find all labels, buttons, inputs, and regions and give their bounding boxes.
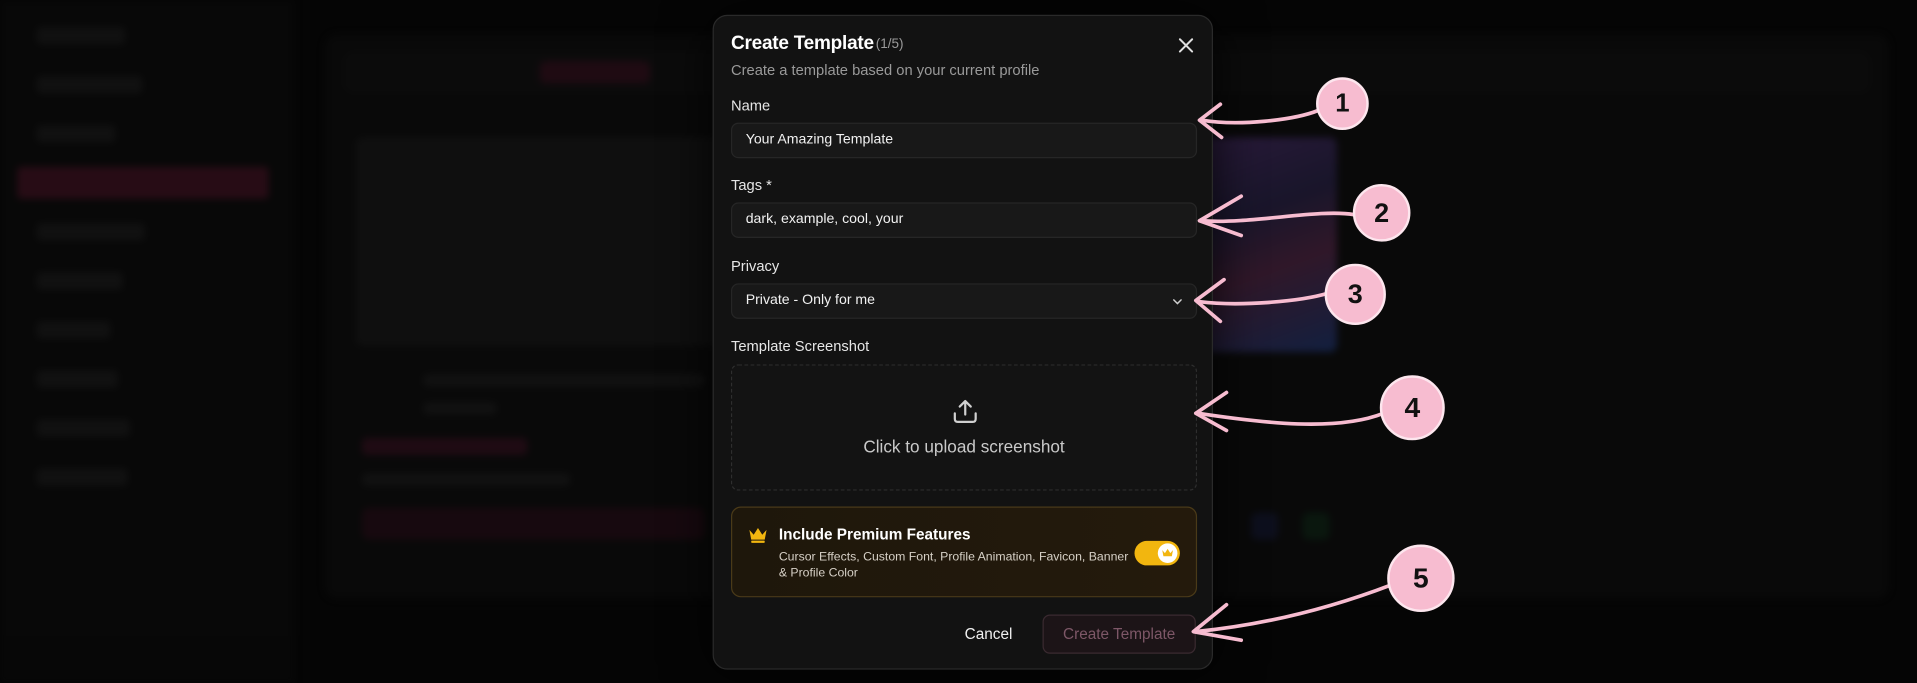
annotation-badge-4: 4 — [1379, 375, 1445, 441]
cancel-button[interactable]: Cancel — [954, 614, 1023, 653]
tags-label: Tags * — [730, 176, 772, 194]
premium-title: Include Premium Features — [778, 526, 971, 544]
annotation-badge-3: 3 — [1324, 263, 1386, 326]
screenshot-upload-area[interactable]: Click to upload screenshot — [730, 364, 1198, 491]
bg-nav-item — [36, 370, 118, 388]
bg-dot — [1302, 512, 1330, 540]
create-template-dialog: Create Template (1/5) Create a template … — [712, 14, 1213, 670]
premium-toggle[interactable] — [1134, 540, 1180, 566]
screenshot-label: Template Screenshot — [730, 337, 870, 355]
privacy-label: Privacy — [730, 257, 780, 275]
bg-nav-item — [36, 76, 143, 94]
bg-text-line — [423, 374, 706, 387]
create-template-button[interactable]: Create Template — [1042, 614, 1196, 654]
chevron-down-icon — [1173, 299, 1182, 305]
step-indicator: (1/5) — [875, 36, 904, 52]
background-card-preview — [1201, 137, 1337, 353]
bg-tag-row — [361, 437, 528, 456]
background-card — [355, 137, 724, 346]
bg-nav-item — [36, 272, 123, 290]
bg-nav-item — [36, 26, 126, 45]
dialog-subtitle: Create a template based on your current … — [730, 61, 1040, 79]
screen: Create Template (1/5) Create a template … — [0, 0, 1917, 683]
bg-nav-item-active — [17, 166, 269, 199]
annotation-badge-2: 2 — [1352, 183, 1411, 242]
bg-nav-item — [36, 468, 128, 486]
annotation-badge-1: 1 — [1316, 77, 1369, 131]
tags-input[interactable]: dark, example, cool, your — [730, 202, 1198, 238]
bg-text-line — [423, 402, 497, 415]
dialog-title: Create Template — [730, 33, 874, 54]
bg-nav-item — [36, 223, 145, 241]
bg-text-line — [361, 473, 571, 486]
name-input[interactable]: Your Amazing Template — [730, 122, 1198, 159]
upload-text: Click to upload screenshot — [863, 436, 1065, 457]
toggle-knob — [1157, 543, 1178, 563]
annotation-badge-5: 5 — [1387, 544, 1455, 613]
bg-nav-item — [36, 419, 131, 437]
background-tab-active — [539, 61, 651, 84]
close-icon[interactable] — [1174, 33, 1199, 58]
crown-icon — [749, 528, 767, 543]
crown-icon — [1162, 548, 1173, 557]
privacy-value: Private - Only for me — [745, 293, 876, 308]
bg-button — [361, 507, 706, 540]
premium-description: Cursor Effects, Custom Font, Profile Ani… — [778, 550, 1129, 581]
bg-dot — [1251, 512, 1279, 540]
bg-nav-item — [36, 125, 116, 143]
privacy-select[interactable]: Private - Only for me — [730, 283, 1198, 319]
background-sidebar — [0, 0, 295, 683]
name-label: Name — [730, 96, 771, 115]
bg-nav-item — [36, 321, 111, 339]
upload-icon — [953, 399, 977, 424]
premium-features-panel: Include Premium Features Cursor Effects,… — [730, 506, 1198, 598]
